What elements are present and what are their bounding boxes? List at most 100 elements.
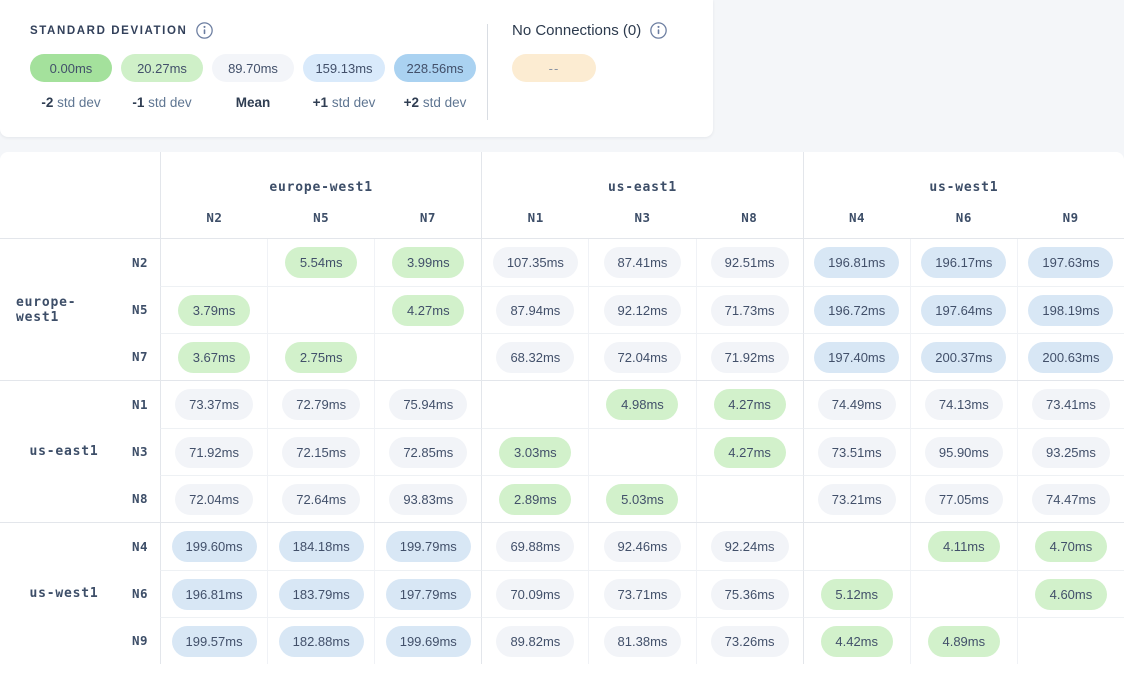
latency-pill[interactable]: 87.41ms xyxy=(604,247,682,278)
latency-pill[interactable]: 107.35ms xyxy=(493,247,578,278)
latency-pill[interactable]: 4.27ms xyxy=(714,437,786,468)
row-region-label: us-west1 xyxy=(0,523,112,664)
latency-pill[interactable]: 3.79ms xyxy=(178,295,250,326)
latency-pill[interactable]: 81.38ms xyxy=(604,626,682,657)
latency-pill[interactable]: 72.04ms xyxy=(604,342,682,373)
latency-pill[interactable]: 71.92ms xyxy=(711,342,789,373)
info-icon[interactable] xyxy=(196,22,213,39)
latency-pill[interactable]: 199.79ms xyxy=(386,531,471,562)
latency-pill[interactable]: 73.37ms xyxy=(175,389,253,420)
latency-cell: 73.51ms xyxy=(803,428,910,475)
latency-pill[interactable]: 93.25ms xyxy=(1032,437,1110,468)
latency-pill[interactable]: 92.46ms xyxy=(604,531,682,562)
latency-pill[interactable]: 75.36ms xyxy=(711,579,789,610)
latency-pill[interactable]: 72.85ms xyxy=(389,437,467,468)
row-node-label: N5 xyxy=(112,286,160,333)
latency-pill[interactable]: 71.92ms xyxy=(175,437,253,468)
latency-pill[interactable]: 4.70ms xyxy=(1035,531,1107,562)
latency-pill[interactable]: 196.72ms xyxy=(814,295,899,326)
latency-pill[interactable]: 74.47ms xyxy=(1032,484,1110,515)
no-connections-pill: -- xyxy=(512,54,596,82)
latency-pill[interactable]: 196.81ms xyxy=(172,579,257,610)
latency-cell: 197.64ms xyxy=(910,286,1017,333)
latency-cell: 3.79ms xyxy=(160,286,267,333)
column-node-label: N5 xyxy=(268,210,375,225)
latency-pill[interactable]: 200.63ms xyxy=(1028,342,1113,373)
latency-pill[interactable]: 72.64ms xyxy=(282,484,360,515)
latency-pill[interactable]: 196.17ms xyxy=(921,247,1006,278)
latency-pill[interactable]: 199.60ms xyxy=(172,531,257,562)
latency-pill[interactable]: 77.05ms xyxy=(925,484,1003,515)
latency-pill[interactable]: 2.89ms xyxy=(499,484,571,515)
latency-pill[interactable]: 197.79ms xyxy=(386,579,471,610)
latency-pill[interactable]: 74.13ms xyxy=(925,389,1003,420)
latency-pill[interactable]: 72.79ms xyxy=(282,389,360,420)
latency-pill[interactable]: 199.69ms xyxy=(386,626,471,657)
latency-pill[interactable]: 3.99ms xyxy=(392,247,464,278)
latency-pill[interactable]: 92.12ms xyxy=(604,295,682,326)
latency-pill[interactable]: 198.19ms xyxy=(1028,295,1113,326)
latency-pill[interactable]: 71.73ms xyxy=(711,295,789,326)
latency-pill[interactable]: 87.94ms xyxy=(496,295,574,326)
latency-pill[interactable]: 4.98ms xyxy=(606,389,678,420)
latency-cell: 77.05ms xyxy=(910,475,1017,522)
latency-pill[interactable]: 69.88ms xyxy=(496,531,574,562)
latency-pill[interactable]: 4.89ms xyxy=(928,626,1000,657)
latency-pill[interactable]: 75.94ms xyxy=(389,389,467,420)
latency-pill[interactable]: 182.88ms xyxy=(279,626,364,657)
latency-pill[interactable]: 73.71ms xyxy=(604,579,682,610)
latency-cell: 68.32ms xyxy=(481,333,588,380)
latency-pill[interactable]: 197.40ms xyxy=(814,342,899,373)
latency-pill[interactable]: 4.60ms xyxy=(1035,579,1107,610)
latency-pill[interactable]: 183.79ms xyxy=(279,579,364,610)
latency-pill[interactable]: 73.41ms xyxy=(1032,389,1110,420)
std-dev-scale: 0.00ms-2 std dev20.27ms-1 std dev89.70ms… xyxy=(30,54,487,110)
row-region-label: europe-west1 xyxy=(0,239,112,380)
latency-pill[interactable]: 5.54ms xyxy=(285,247,357,278)
row-group: us-east1N173.37ms72.79ms75.94ms4.98ms4.2… xyxy=(0,380,1124,522)
latency-pill[interactable]: 92.24ms xyxy=(711,531,789,562)
latency-pill[interactable]: 73.51ms xyxy=(818,437,896,468)
std-dev-legend-item: 159.13ms+1 std dev xyxy=(303,54,385,110)
latency-pill[interactable]: 5.03ms xyxy=(606,484,678,515)
latency-pill[interactable]: 72.04ms xyxy=(175,484,253,515)
latency-pill[interactable]: 197.63ms xyxy=(1028,247,1113,278)
latency-pill[interactable]: 70.09ms xyxy=(496,579,574,610)
latency-pill[interactable]: 72.15ms xyxy=(282,437,360,468)
column-region-label: europe-west1 xyxy=(161,180,481,195)
latency-pill[interactable]: 4.11ms xyxy=(928,531,1000,562)
row-node-label: N6 xyxy=(112,570,160,617)
latency-pill[interactable]: 68.32ms xyxy=(496,342,574,373)
latency-cell: 93.83ms xyxy=(374,475,481,522)
latency-pill[interactable]: 95.90ms xyxy=(925,437,1003,468)
latency-cell: 184.18ms xyxy=(267,523,374,570)
latency-cell: 2.89ms xyxy=(481,475,588,522)
latency-pill[interactable]: 4.27ms xyxy=(714,389,786,420)
latency-pill[interactable]: 184.18ms xyxy=(279,531,364,562)
column-region-label: us-east1 xyxy=(482,180,802,195)
std-dev-title: STANDARD DEVIATION xyxy=(30,25,187,37)
latency-pill[interactable]: 4.27ms xyxy=(392,295,464,326)
latency-pill[interactable]: 73.26ms xyxy=(711,626,789,657)
latency-pill[interactable]: 197.64ms xyxy=(921,295,1006,326)
latency-pill[interactable]: 3.03ms xyxy=(499,437,571,468)
latency-pill[interactable]: 92.51ms xyxy=(711,247,789,278)
latency-cell: 95.90ms xyxy=(910,428,1017,475)
latency-pill[interactable]: 5.12ms xyxy=(821,579,893,610)
latency-pill[interactable]: 4.42ms xyxy=(821,626,893,657)
latency-pill[interactable]: 199.57ms xyxy=(172,626,257,657)
latency-pill[interactable]: 89.82ms xyxy=(496,626,574,657)
no-connections-legend: No Connections (0) -- xyxy=(488,0,667,137)
latency-pill[interactable]: 200.37ms xyxy=(921,342,1006,373)
latency-pill[interactable]: 74.49ms xyxy=(818,389,896,420)
latency-pill[interactable]: 3.67ms xyxy=(178,342,250,373)
latency-pill[interactable]: 93.83ms xyxy=(389,484,467,515)
latency-cell: 70.09ms xyxy=(481,570,588,617)
info-icon[interactable] xyxy=(650,22,667,39)
latency-pill[interactable]: 2.75ms xyxy=(285,342,357,373)
latency-cell: 200.37ms xyxy=(910,333,1017,380)
latency-cell: 73.21ms xyxy=(803,475,910,522)
latency-pill[interactable]: 73.21ms xyxy=(818,484,896,515)
latency-cell: 92.46ms xyxy=(588,523,695,570)
latency-pill[interactable]: 196.81ms xyxy=(814,247,899,278)
